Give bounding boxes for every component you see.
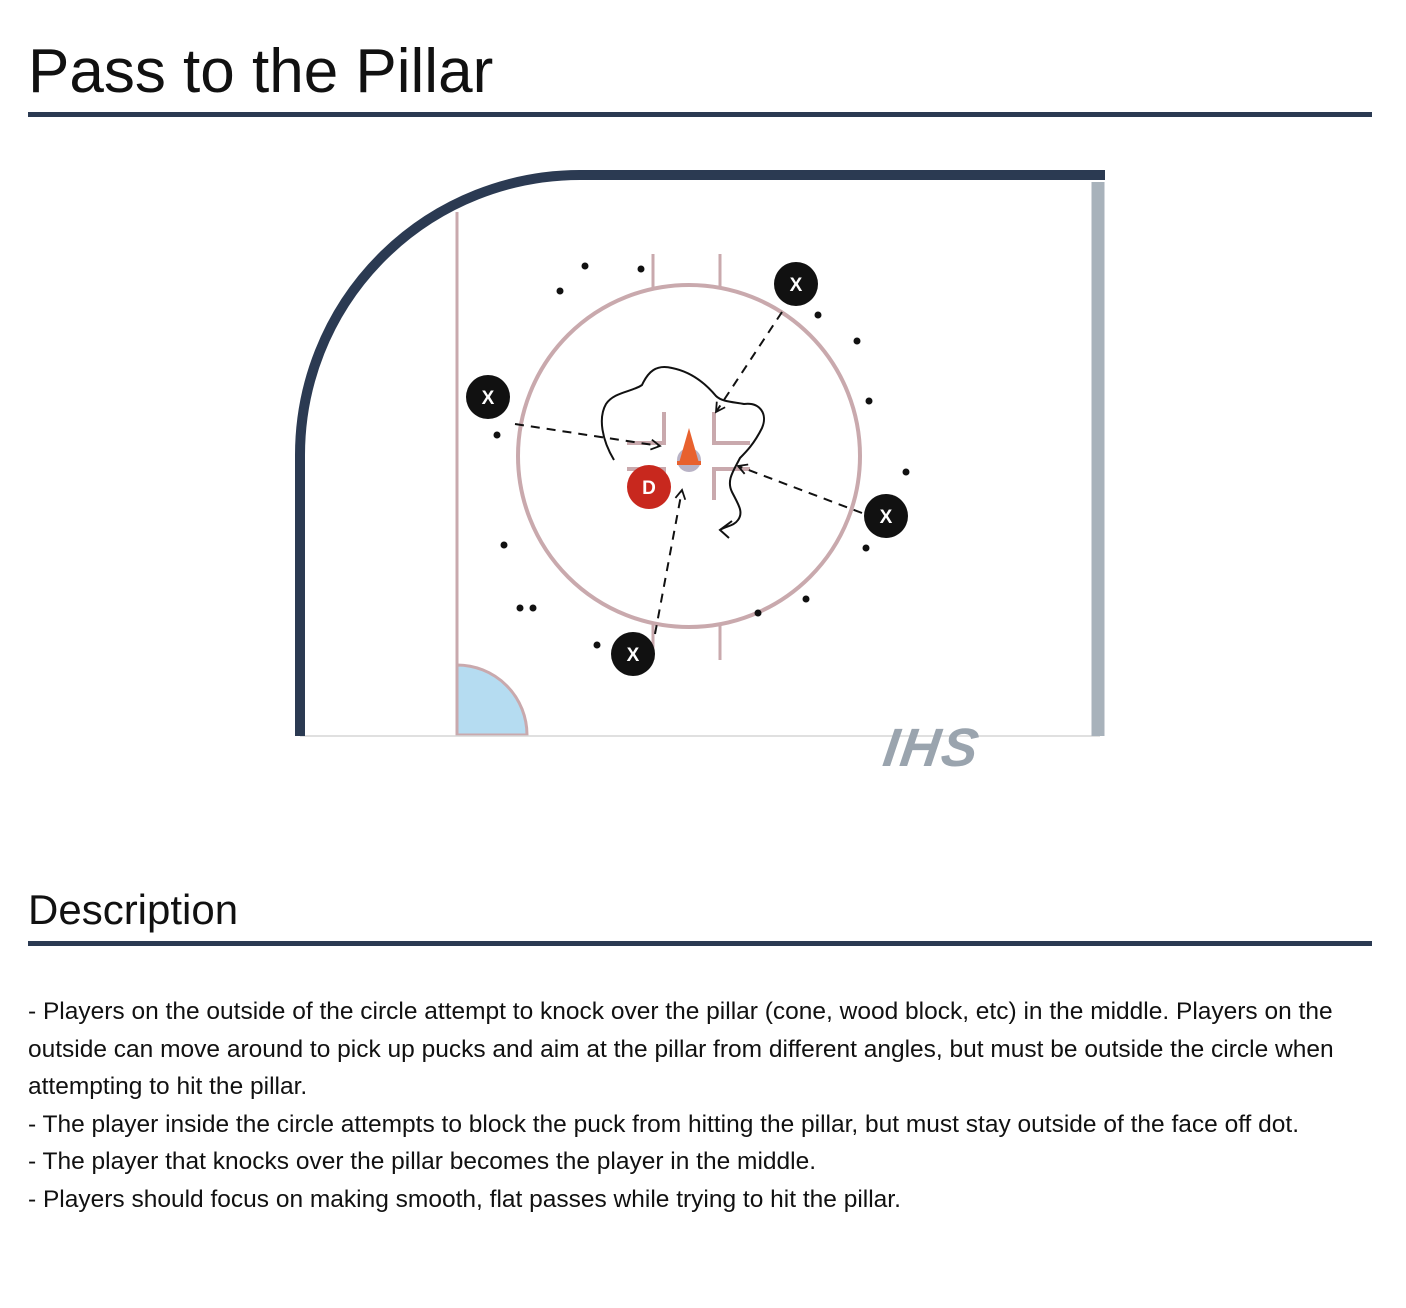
puck-icon <box>862 544 870 552</box>
player-icon: X <box>774 262 818 306</box>
puck-icon <box>802 595 810 603</box>
puck-icon <box>556 287 564 295</box>
player-label: X <box>482 388 495 409</box>
puck-icon <box>853 337 861 345</box>
puck-icon <box>516 604 524 612</box>
puck-icon <box>637 265 645 273</box>
description-divider <box>28 941 1372 946</box>
rink <box>295 170 1105 737</box>
defender-label: D <box>642 478 656 499</box>
puck-icon <box>529 604 537 612</box>
puck-icon <box>814 311 822 319</box>
player-label: X <box>790 275 803 296</box>
description-body: - Players on the outside of the circle a… <box>28 993 1378 1218</box>
puck-icon <box>865 397 873 405</box>
player-label: X <box>627 645 640 666</box>
defender-icon: D <box>627 465 671 509</box>
puck-icon <box>500 541 508 549</box>
player-icon: X <box>611 632 655 676</box>
puck-icon <box>754 609 762 617</box>
puck-icon <box>493 431 501 439</box>
description-paragraph: - Players on the outside of the circle a… <box>28 998 1334 1100</box>
description-heading: Description <box>28 886 239 933</box>
description-paragraph: - The player inside the circle attempts … <box>28 1110 1300 1138</box>
drill-diagram: D X X X X IHS <box>295 170 1105 778</box>
puck-icon <box>593 641 601 649</box>
description-paragraph: - The player that knocks over the pillar… <box>28 1148 817 1175</box>
puck-icon <box>581 262 589 270</box>
player-icon: X <box>864 494 908 538</box>
page-title: Pass to the Pillar <box>28 37 494 106</box>
description-paragraph: - Players should focus on making smooth,… <box>28 1185 901 1213</box>
player-icon: X <box>466 375 510 419</box>
ihs-logo: IHS <box>880 718 984 778</box>
puck-icon <box>902 468 910 476</box>
player-label: X <box>880 507 893 528</box>
title-divider <box>28 112 1372 117</box>
